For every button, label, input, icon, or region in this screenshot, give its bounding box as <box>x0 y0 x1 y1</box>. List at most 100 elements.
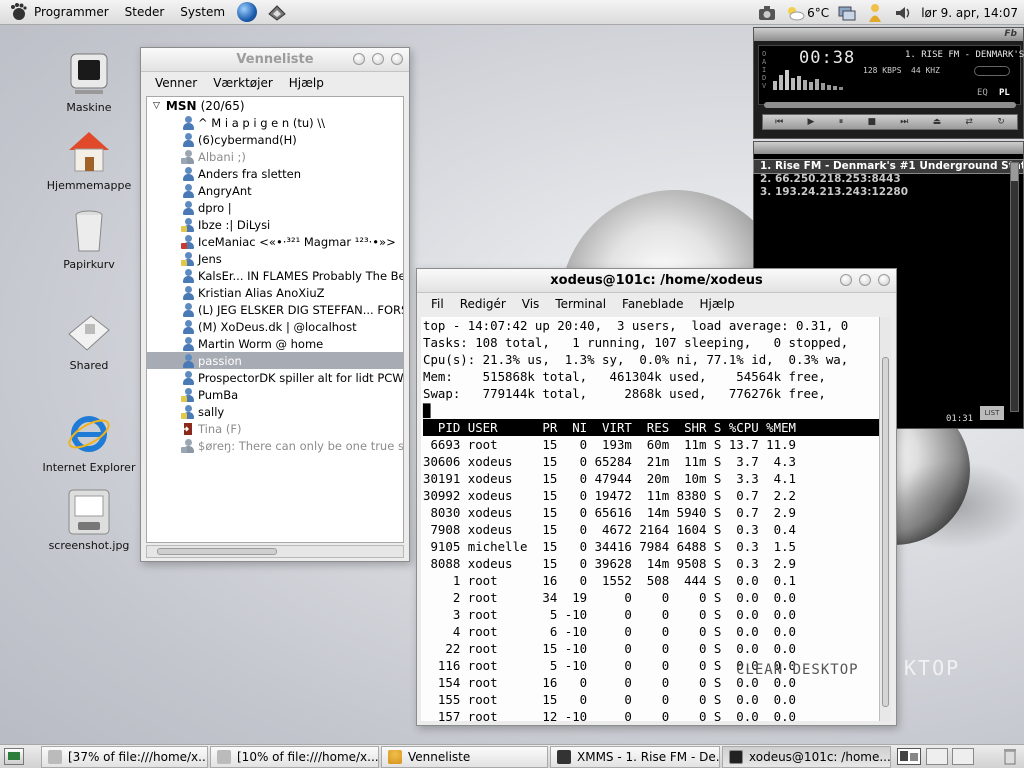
buddy-row[interactable]: IceManiac <«•·³²¹ Magmar ¹²³·•»> <box>147 233 403 250</box>
task-button-xmms[interactable]: XMMS - 1. Rise FM - De... <box>550 746 720 768</box>
terminal-titlebar[interactable]: xodeus@101c: /home/xodeus <box>417 269 896 293</box>
buddy-row[interactable]: sally <box>147 403 403 420</box>
desktop-icon-computer[interactable]: Maskine <box>39 50 139 114</box>
text-editor-launcher-icon[interactable] <box>267 2 287 22</box>
xmms-pl-label[interactable]: PL <box>999 88 1010 98</box>
desktop-icon-home[interactable]: Hjemmemappe <box>39 128 139 192</box>
buddy-row[interactable]: dpro | <box>147 199 403 216</box>
buddy-icon <box>181 438 195 453</box>
desktop-icon-label: Papirkurv <box>63 258 115 271</box>
playlist-list-button[interactable]: LIST <box>980 406 1004 420</box>
horizontal-scrollbar[interactable] <box>146 545 404 558</box>
menu-hjaelp[interactable]: Hjælp <box>691 297 742 311</box>
menu-rediger[interactable]: Redigér <box>452 297 514 311</box>
buddy-row[interactable]: Albani ;) <box>147 148 403 165</box>
close-button[interactable] <box>878 274 890 286</box>
desktop-icon-trash[interactable]: Papirkurv <box>39 207 139 271</box>
desktop-icon-shared[interactable]: Shared <box>39 308 139 372</box>
buddy-list-titlebar[interactable]: Venneliste <box>141 48 409 72</box>
workspace-pager-icon[interactable] <box>897 748 921 765</box>
menu-fil[interactable]: Fil <box>423 297 452 311</box>
group-row-msn[interactable]: ▽ MSN (20/65) <box>147 97 403 114</box>
eject-icon[interactable]: ⏏ <box>933 117 942 127</box>
close-button[interactable] <box>391 53 403 65</box>
buddy-row[interactable]: Tina (F) <box>147 420 403 437</box>
buddy-row[interactable]: passion <box>147 352 403 369</box>
internet-explorer-icon <box>65 410 113 458</box>
buddy-name: Ibze :| DiLysi <box>198 217 271 232</box>
minimize-button[interactable] <box>840 274 852 286</box>
playlist-scroll-thumb[interactable] <box>1011 163 1018 181</box>
buddy-row[interactable]: KalsEr... IN FLAMES Probably The Best <box>147 267 403 284</box>
buddy-row[interactable]: (M) XoDeus.dk | @localhost <box>147 318 403 335</box>
collapse-triangle-icon[interactable]: ▽ <box>153 101 160 111</box>
stop-icon[interactable]: ■ <box>867 117 876 127</box>
minimize-button[interactable] <box>353 53 365 65</box>
buddy-row[interactable]: Jens <box>147 250 403 267</box>
xmms-titlebar[interactable]: Fb <box>754 28 1023 41</box>
show-desktop-icon[interactable] <box>4 748 24 765</box>
workspace-pager-3[interactable] <box>952 748 974 765</box>
xmms-seek-bar[interactable] <box>764 102 1016 108</box>
shuffle-icon[interactable]: ⇄ <box>965 117 973 127</box>
weather-temperature[interactable]: 6°C <box>807 6 829 20</box>
web-browser-launcher-icon[interactable] <box>237 2 258 22</box>
buddy-row[interactable]: ^ M i a p i g e n (tu) \\ <box>147 114 403 131</box>
next-icon[interactable]: ⏭ <box>900 117 908 127</box>
workspace-switcher-icon[interactable] <box>837 3 857 23</box>
trash-applet-icon[interactable] <box>1002 748 1018 765</box>
playlist-item[interactable]: 2. 66.250.218.253:8443 <box>754 173 1023 186</box>
buddy-name: ProspectorDK spiller alt for lidt PCW/C <box>198 370 403 385</box>
task-button-download-2[interactable]: [10% of file:///home/x... <box>210 746 379 768</box>
buddy-name: Albani ;) <box>198 149 246 164</box>
menu-steder[interactable]: Steder <box>117 0 173 25</box>
terminal-scrollbar[interactable] <box>879 317 891 721</box>
task-label: [10% of file:///home/x... <box>237 750 379 764</box>
menu-hjaelp[interactable]: Hjælp <box>281 76 332 90</box>
buddy-row[interactable]: $øreŋ: There can only be one true su <box>147 437 403 454</box>
buddy-row[interactable]: (6)cybermand(H) <box>147 131 403 148</box>
xmms-balance-indicator[interactable] <box>974 66 1010 76</box>
previous-icon[interactable]: ⏮ <box>775 117 783 127</box>
panel-clock[interactable]: lør 9. apr, 14:07 <box>921 6 1018 20</box>
terminal-output[interactable]: top - 14:07:42 up 20:40, 3 users, load a… <box>421 317 879 721</box>
buddy-row[interactable]: Kristian Alias AnoXiuZ <box>147 284 403 301</box>
menu-terminal[interactable]: Terminal <box>547 297 614 311</box>
menu-faneblade[interactable]: Faneblade <box>614 297 691 311</box>
play-icon[interactable]: ▶ <box>808 117 815 127</box>
playlist-item[interactable]: 3. 193.24.213.243:12280 <box>754 186 1023 199</box>
maximize-button[interactable] <box>859 274 871 286</box>
camera-icon[interactable] <box>757 3 777 23</box>
task-button-venneliste[interactable]: Venneliste <box>381 746 548 768</box>
buddy-row[interactable]: (L) JEG ELSKER DIG STEFFAN... FORST <box>147 301 403 318</box>
buddy-row[interactable]: Martin Worm @ home <box>147 335 403 352</box>
buddy-row[interactable]: PumBa <box>147 386 403 403</box>
repeat-icon[interactable]: ↻ <box>997 117 1005 127</box>
xmms-playlist-titlebar[interactable] <box>754 142 1023 154</box>
playlist-scrollbar[interactable] <box>1010 162 1019 412</box>
buddy-row[interactable]: Ibze :| DiLysi <box>147 216 403 233</box>
menu-system[interactable]: System <box>172 0 233 25</box>
playlist-item[interactable]: 1. Rise FM - Denmark's #1 Underground St… <box>753 159 1024 174</box>
task-button-terminal[interactable]: xodeus@101c: /home... <box>722 746 891 768</box>
maximize-button[interactable] <box>372 53 384 65</box>
messenger-tray-icon[interactable] <box>865 3 885 23</box>
xmms-eq-label[interactable]: EQ <box>977 88 988 98</box>
menu-vaerktojer[interactable]: Værktøjer <box>205 76 281 90</box>
menu-vis[interactable]: Vis <box>514 297 548 311</box>
buddy-icon <box>181 166 195 181</box>
scrollbar-thumb[interactable] <box>882 357 889 707</box>
buddy-row[interactable]: Anders fra sletten <box>147 165 403 182</box>
desktop-icon-screenshot[interactable]: screenshot.jpg <box>39 488 139 552</box>
buddy-row[interactable]: ProspectorDK spiller alt for lidt PCW/C <box>147 369 403 386</box>
buddy-row[interactable]: AngryAnt <box>147 182 403 199</box>
task-button-download-1[interactable]: [37% of file:///home/x... <box>41 746 208 768</box>
pause-icon[interactable]: ⏸ <box>839 117 844 127</box>
volume-icon[interactable] <box>893 3 913 23</box>
desktop-icon-internet-explorer[interactable]: Internet Explorer <box>39 410 139 474</box>
scrollbar-thumb[interactable] <box>157 548 277 555</box>
buddy-name: Anders fra sletten <box>198 166 302 181</box>
menu-venner[interactable]: Venner <box>147 76 205 90</box>
menu-programmer[interactable]: Programmer <box>0 0 117 25</box>
workspace-pager-2[interactable] <box>926 748 948 765</box>
